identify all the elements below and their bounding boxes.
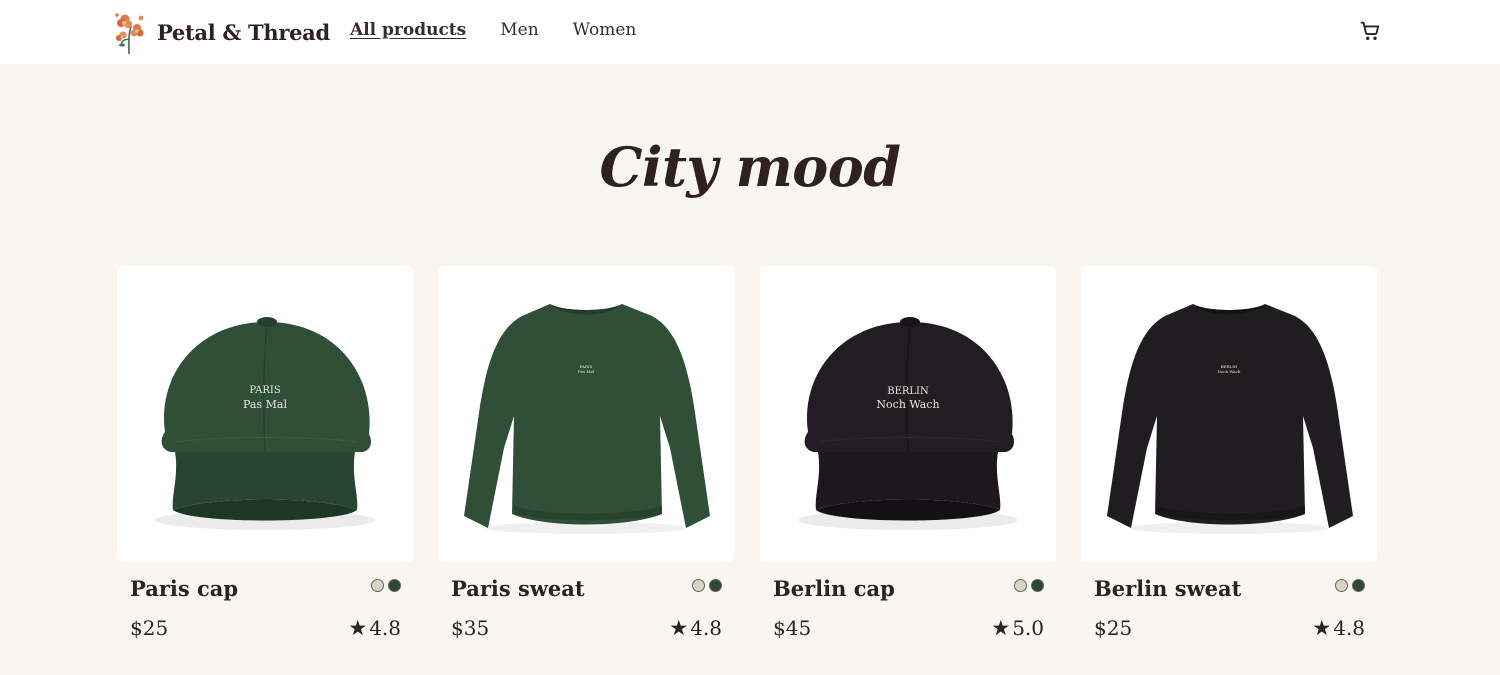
swatch-cream[interactable] [371, 579, 384, 592]
product-print-line2: Pas Mal [578, 369, 595, 374]
rating-value: 4.8 [690, 616, 722, 640]
brand-name: Petal & Thread [157, 19, 330, 45]
swatch-green[interactable] [1352, 579, 1365, 592]
product-card-paris-sweat[interactable]: PARIS Pas Mal Paris sweat $35 ★ 4.8 [438, 266, 734, 666]
star-icon: ★ [348, 616, 368, 640]
rating-value: 4.8 [1333, 616, 1365, 640]
main-nav: All products Men Women [350, 20, 636, 40]
product-price: $35 [451, 616, 490, 640]
product-print-line2: Noch Wach [876, 398, 939, 411]
product-card-paris-cap[interactable]: PARIS Pas Mal Paris cap $25 ★ 4.8 [117, 266, 413, 666]
swatch-green[interactable] [1031, 579, 1044, 592]
product-rating: ★ 4.8 [348, 616, 401, 640]
swatch-cream[interactable] [692, 579, 705, 592]
color-swatches [371, 579, 401, 592]
star-icon: ★ [991, 616, 1011, 640]
swatch-cream[interactable] [1014, 579, 1027, 592]
product-print-line2: Noch Wach [1218, 369, 1241, 374]
rating-value: 4.8 [369, 616, 401, 640]
product-name[interactable]: Berlin cap [773, 576, 895, 601]
product-name[interactable]: Paris sweat [451, 576, 585, 601]
product-rating: ★ 4.8 [1312, 616, 1365, 640]
product-card-berlin-sweat[interactable]: BERLIN Noch Wach Berlin sweat $25 ★ 4.8 [1081, 266, 1377, 666]
star-icon: ★ [669, 616, 689, 640]
star-icon: ★ [1312, 616, 1332, 640]
product-rating: ★ 5.0 [991, 616, 1044, 640]
swatch-cream[interactable] [1335, 579, 1348, 592]
product-print-line1: PARIS [249, 385, 281, 396]
product-print-line1: BERLIN [887, 386, 929, 397]
nav-men[interactable]: Men [500, 20, 538, 40]
product-name[interactable]: Berlin sweat [1094, 576, 1241, 601]
product-card-berlin-cap[interactable]: BERLIN Noch Wach Berlin cap $45 ★ 5.0 [760, 266, 1056, 666]
nav-all-products[interactable]: All products [350, 20, 466, 40]
brand[interactable]: Petal & Thread [113, 10, 330, 54]
product-image[interactable]: BERLIN Noch Wach [1081, 266, 1377, 562]
color-swatches [1014, 579, 1044, 592]
product-print-line2: Pas Mal [243, 398, 287, 411]
product-name[interactable]: Paris cap [130, 576, 238, 601]
rating-value: 5.0 [1012, 616, 1044, 640]
product-price: $25 [130, 616, 169, 640]
product-image[interactable]: BERLIN Noch Wach [760, 266, 1056, 562]
color-swatches [1335, 579, 1365, 592]
product-price: $45 [773, 616, 812, 640]
page-title: City mood [599, 135, 901, 199]
swatch-green[interactable] [709, 579, 722, 592]
product-price: $25 [1094, 616, 1133, 640]
nav-women[interactable]: Women [573, 20, 637, 40]
flower-logo-icon [115, 13, 144, 54]
product-image[interactable]: PARIS Pas Mal [438, 266, 734, 562]
swatch-green[interactable] [388, 579, 401, 592]
product-rating: ★ 4.8 [669, 616, 722, 640]
shopping-cart-icon[interactable] [1359, 20, 1381, 42]
color-swatches [692, 579, 722, 592]
site-header: Petal & Thread All products Men Women [0, 0, 1500, 64]
product-image[interactable]: PARIS Pas Mal [117, 266, 413, 562]
